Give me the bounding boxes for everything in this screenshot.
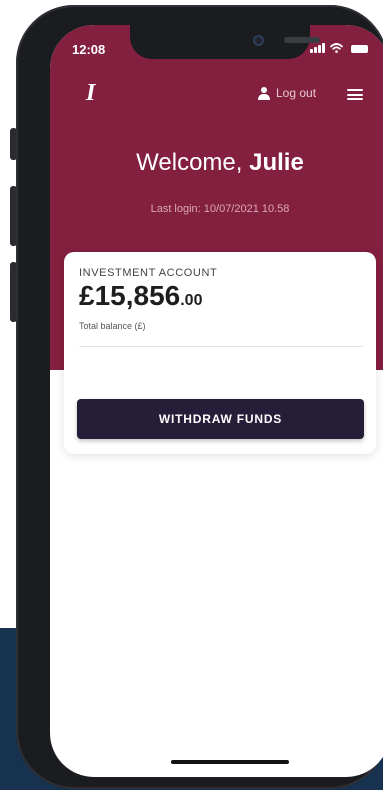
withdraw-funds-button[interactable]: WITHDRAW FUNDS <box>77 399 364 439</box>
phone-notch <box>130 25 320 59</box>
hamburger-menu-icon[interactable] <box>347 89 363 100</box>
signal-icon <box>310 43 325 53</box>
balance-main: £15,856 <box>79 280 181 311</box>
card-divider <box>79 346 363 347</box>
status-icons <box>310 43 368 53</box>
account-card: INVESTMENT ACCOUNT £15,856.00 Total bala… <box>64 252 376 454</box>
speaker-grille <box>284 37 320 43</box>
battery-icon <box>351 45 368 53</box>
user-name: Julie <box>249 149 304 176</box>
home-indicator[interactable] <box>171 760 289 764</box>
balance-decimals: .00 <box>180 292 203 309</box>
logout-label: Log out <box>276 86 317 100</box>
phone-screen: 12:08 I Log out Welcome, Julie Last logi… <box>50 25 383 777</box>
app-logo: I <box>86 80 96 106</box>
user-icon <box>258 86 270 100</box>
welcome-prefix: Welcome, <box>136 149 243 176</box>
balance-amount: £15,856.00 <box>79 282 202 310</box>
phone-frame: 12:08 I Log out Welcome, Julie Last logi… <box>16 5 383 789</box>
balance-caption: Total balance (£) <box>79 321 146 331</box>
wifi-icon <box>330 43 343 53</box>
logout-button[interactable]: Log out <box>258 86 316 100</box>
camera-lens <box>253 35 264 46</box>
account-title: INVESTMENT ACCOUNT <box>79 267 218 279</box>
welcome-heading: Welcome, Julie <box>50 149 383 177</box>
last-login-text: Last login: 10/07/2021 10.58 <box>150 203 290 215</box>
status-time: 12:08 <box>72 42 106 57</box>
